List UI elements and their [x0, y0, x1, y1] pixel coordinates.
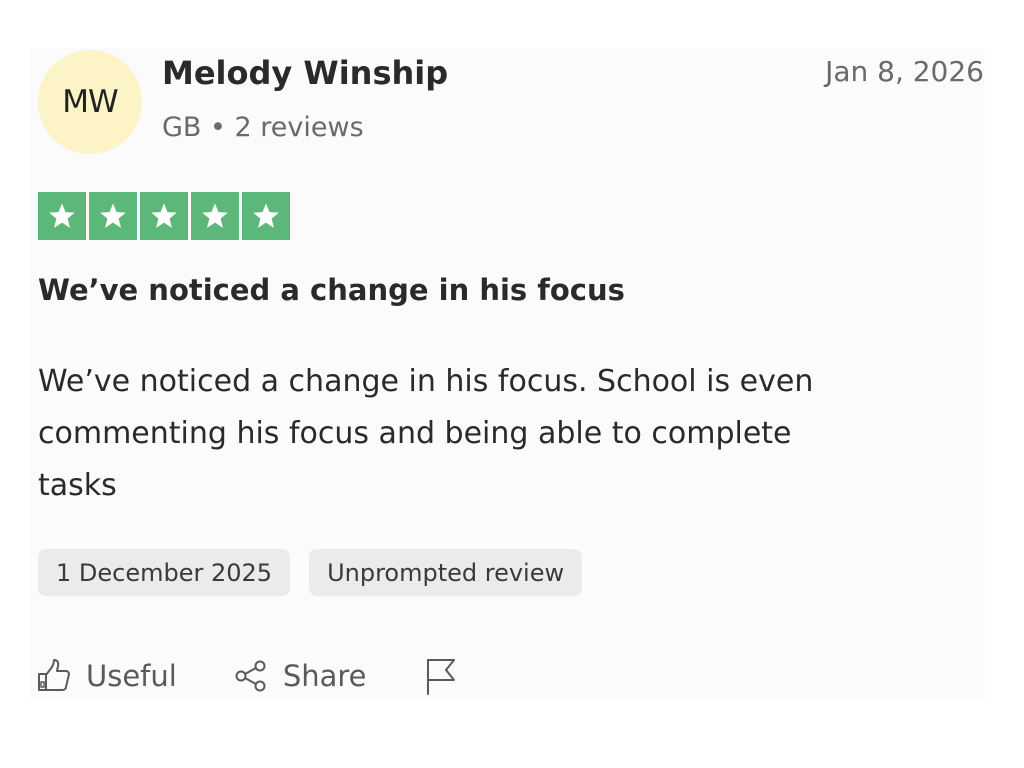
star-icon	[253, 203, 279, 228]
star-rating	[38, 192, 290, 240]
star-icon	[49, 203, 75, 228]
useful-button[interactable]: Useful	[36, 659, 177, 693]
review-body: We’ve noticed a change in his focus. Sch…	[38, 364, 814, 503]
review-tags: 1 December 2025 Unprompted review	[38, 549, 583, 596]
thumbs-up-icon	[38, 659, 70, 691]
star-2	[89, 192, 137, 240]
reviewer-meta: GB • 2 reviews	[162, 112, 364, 143]
useful-label: Useful	[86, 659, 177, 693]
avatar-initials: MW	[62, 84, 118, 120]
star-1	[38, 192, 86, 240]
star-icon	[202, 203, 228, 228]
share-icon	[235, 660, 266, 692]
review-actions: Useful Share	[36, 652, 515, 700]
star-3	[140, 192, 188, 240]
flag-icon	[426, 659, 455, 695]
flag-button[interactable]	[423, 656, 459, 696]
review-title: We’ve noticed a change in his focus	[38, 273, 625, 307]
star-4	[191, 192, 239, 240]
star-icon	[100, 203, 126, 228]
unprompted-review-tag[interactable]: Unprompted review	[309, 549, 583, 596]
star-icon	[151, 203, 177, 228]
star-5	[242, 192, 290, 240]
reviewer-name[interactable]: Melody Winship	[162, 54, 448, 92]
experience-date-tag: 1 December 2025	[38, 549, 291, 596]
avatar: MW	[38, 50, 142, 154]
share-button[interactable]: Share	[233, 659, 367, 693]
review-date: Jan 8, 2026	[825, 55, 984, 88]
share-label: Share	[282, 659, 367, 693]
